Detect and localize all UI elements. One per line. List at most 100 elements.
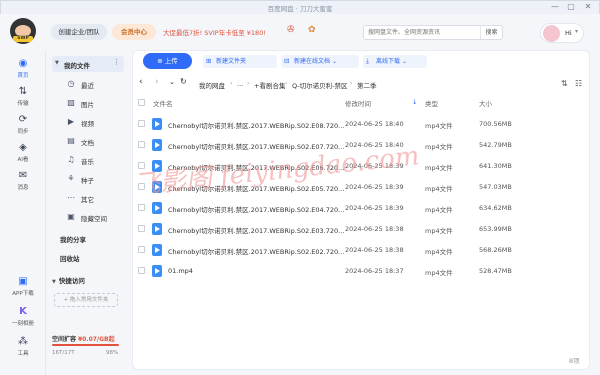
file-type: mp4文件 [425, 248, 453, 256]
ai-icon: ◈ [19, 142, 27, 153]
row-checkbox[interactable] [138, 120, 145, 127]
column-name[interactable]: 文件名 [153, 98, 173, 108]
file-name[interactable]: Chernobyl切尔诺贝利.禁区.2017.WEBRip.S02.E04.72… [168, 204, 344, 214]
sidebar-item-label: 最近 [81, 82, 94, 90]
row-checkbox[interactable] [138, 246, 145, 253]
search-button[interactable]: 搜索 [480, 26, 502, 39]
gift-icon[interactable]: ✿ [308, 25, 316, 35]
file-type: mp4文件 [425, 122, 453, 130]
nav-album[interactable]: K 一刻相册 [0, 306, 46, 327]
new-online-doc-button[interactable]: ⊟ 新建在线文档 ⌄ [281, 55, 359, 68]
column-type[interactable]: 类型 [425, 98, 438, 108]
nav-messages[interactable]: ✉ 消息 [0, 170, 46, 191]
breadcrumb-series[interactable]: Q-切尔诺贝利-禁区 [292, 80, 348, 90]
user-menu[interactable]: Hi ▾ [540, 23, 584, 43]
select-all-checkbox[interactable] [138, 99, 145, 106]
new-folder-label: 新建文件夹 [216, 58, 247, 65]
storage-price: ¥0.07/GB起 [77, 336, 115, 343]
file-name[interactable]: Chernobyl切尔诺贝利.禁区.2017.WEBRip.S02.E07.72… [168, 141, 344, 151]
file-size: 568.26MB [479, 246, 512, 254]
nav-ai[interactable]: ◈ AI看 [0, 142, 46, 163]
video-file-icon [152, 118, 162, 130]
sidebar-item-seeds[interactable]: ⚘ 种子 [52, 171, 124, 187]
left-nav: ◉ 首页 ⇅ 传输 ⟳ 同步 ◈ AI看 ✉ 消息 ▣ APP下载 K 一刻相册… [0, 50, 46, 375]
row-checkbox[interactable] [138, 225, 145, 232]
nav-home[interactable]: ◉ 首页 [0, 58, 46, 79]
breadcrumb-ellipsis[interactable]: ... [237, 80, 243, 88]
breadcrumb-separator: › [247, 80, 250, 87]
offline-download-button[interactable]: ⤓ 离线下载 ⌄ [363, 55, 427, 68]
sidebar-my-files[interactable]: ▼ 我的文件 ⋮ [52, 56, 124, 72]
create-enterprise-button[interactable]: 创建企业/团队 [51, 24, 107, 40]
table-row[interactable]: Chernobyl切尔诺贝利.禁区.2017.WEBRip.S02.E02.72… [133, 240, 591, 260]
file-size: 542.79MB [479, 141, 512, 149]
sort-arrow-icon[interactable]: ↓ [412, 98, 417, 106]
sidebar-item-documents[interactable]: ▤ 文档 [52, 133, 124, 149]
upload-label: 上传 [164, 57, 178, 65]
file-type: mp4文件 [425, 143, 453, 151]
sidebar-quick-access[interactable]: ▼ 快捷访问 [52, 275, 85, 285]
row-checkbox[interactable] [138, 141, 145, 148]
file-name[interactable]: 01.mp4 [168, 267, 193, 275]
sort-icon[interactable]: ⇅ [561, 79, 568, 88]
gamepad-icon[interactable]: ✇ [287, 25, 295, 35]
file-name[interactable]: Chernobyl切尔诺贝利.禁区.2017.WEBRip.S02.E08.72… [168, 120, 344, 130]
file-name[interactable]: Chernobyl切尔诺贝利.禁区.2017.WEBRip.S02.E03.72… [168, 225, 344, 235]
row-checkbox[interactable] [138, 162, 145, 169]
file-name[interactable]: Chernobyl切尔诺贝利.禁区.2017.WEBRip.S02.E05.72… [168, 183, 344, 193]
history-dropdown-icon[interactable]: ⌄ [169, 78, 175, 86]
file-time: 2024-06-25 18:40 [345, 141, 404, 149]
nav-app-download[interactable]: ▣ APP下载 [0, 276, 46, 297]
sidebar-item-hidden-space[interactable]: ▣ 隐藏空间 [52, 209, 124, 225]
sidebar-item-other[interactable]: ⋯ 其它 [52, 190, 124, 206]
file-sidebar: ▼ 我的文件 ⋮ ◷ 最近 ▨ 图片 ▶ 视频 ▤ 文档 ♫ 音乐 ⚘ 种子 ⋯… [46, 50, 130, 375]
path-bar: ‹ › ⌄ ↻ 我的网盘 › ... › +看剧合集 › Q-切尔诺贝利-禁区 … [133, 76, 591, 92]
forward-icon[interactable]: › [155, 77, 159, 87]
table-row[interactable]: Chernobyl切尔诺贝利.禁区.2017.WEBRip.S02.E03.72… [133, 219, 591, 239]
table-row[interactable]: Chernobyl切尔诺贝利.禁区.2017.WEBRip.S02.E06.72… [133, 156, 591, 176]
sidebar-item-videos[interactable]: ▶ 视频 [52, 114, 124, 130]
breadcrumb-my-drive[interactable]: 我的网盘 [199, 80, 225, 90]
row-checkbox[interactable] [138, 183, 145, 190]
sidebar-my-share[interactable]: 我的分享 [60, 234, 86, 244]
refresh-icon[interactable]: ↻ [180, 77, 187, 86]
nav-transfer[interactable]: ⇅ 传输 [0, 86, 46, 107]
table-row[interactable]: 01.mp4 2024-06-25 18:37 mp4文件 528.47MB [133, 261, 591, 281]
upload-button[interactable]: ⊕ 上传 [143, 53, 192, 69]
file-name[interactable]: Chernobyl切尔诺贝利.禁区.2017.WEBRip.S02.E06.72… [168, 162, 344, 172]
vip-center-button[interactable]: 会员中心 [112, 24, 156, 40]
sidebar-item-label: 音乐 [81, 158, 94, 166]
profile-avatar[interactable]: SWP [10, 18, 36, 44]
new-folder-button[interactable]: ⊞ 新建文件夹 [203, 55, 277, 68]
close-button[interactable]: ✕ [582, 2, 594, 11]
file-size: 641.30MB [479, 162, 512, 170]
promo-banner[interactable]: 大促最低7折! SVIP年卡低至 ¥180! [163, 27, 266, 37]
nav-label: AI看 [17, 157, 29, 163]
storage-upgrade[interactable]: 空间扩容 ¥0.07/GB起 [52, 334, 115, 343]
more-icon[interactable]: ⋮ [113, 58, 120, 66]
file-name[interactable]: Chernobyl切尔诺贝利.禁区.2017.WEBRip.S02.E02.72… [168, 246, 344, 256]
minimize-button[interactable]: — [549, 2, 561, 11]
sidebar-recycle-bin[interactable]: 回收站 [60, 253, 80, 263]
svip-tag: SWP [13, 36, 33, 42]
add-folder-dropzone[interactable]: + 拖入常用文件夹 [54, 293, 118, 307]
table-row[interactable]: Chernobyl切尔诺贝利.禁区.2017.WEBRip.S02.E08.72… [133, 114, 591, 134]
list-view-icon[interactable]: ☷ [575, 79, 582, 88]
back-icon[interactable]: ‹ [139, 77, 143, 87]
sidebar-item-recent[interactable]: ◷ 最近 [52, 76, 124, 92]
sidebar-item-images[interactable]: ▨ 图片 [52, 95, 124, 111]
nav-sync[interactable]: ⟳ 同步 [0, 114, 46, 135]
maximize-button[interactable]: ▢ [565, 2, 577, 11]
row-checkbox[interactable] [138, 267, 145, 274]
search-input[interactable] [364, 26, 472, 39]
table-row[interactable]: Chernobyl切尔诺贝利.禁区.2017.WEBRip.S02.E04.72… [133, 198, 591, 218]
table-row[interactable]: Chernobyl切尔诺贝利.禁区.2017.WEBRip.S02.E07.72… [133, 135, 591, 155]
row-checkbox[interactable] [138, 204, 145, 211]
column-size[interactable]: 大小 [479, 98, 492, 108]
nav-tools[interactable]: ⁂ 工具 [0, 336, 46, 357]
breadcrumb-current: 第二季 [357, 82, 377, 90]
table-row[interactable]: Chernobyl切尔诺贝利.禁区.2017.WEBRip.S02.E05.72… [133, 177, 591, 197]
column-time[interactable]: 修改时间 [345, 98, 371, 108]
sidebar-item-music[interactable]: ♫ 音乐 [52, 152, 124, 168]
breadcrumb-collection[interactable]: +看剧合集 [254, 80, 285, 90]
